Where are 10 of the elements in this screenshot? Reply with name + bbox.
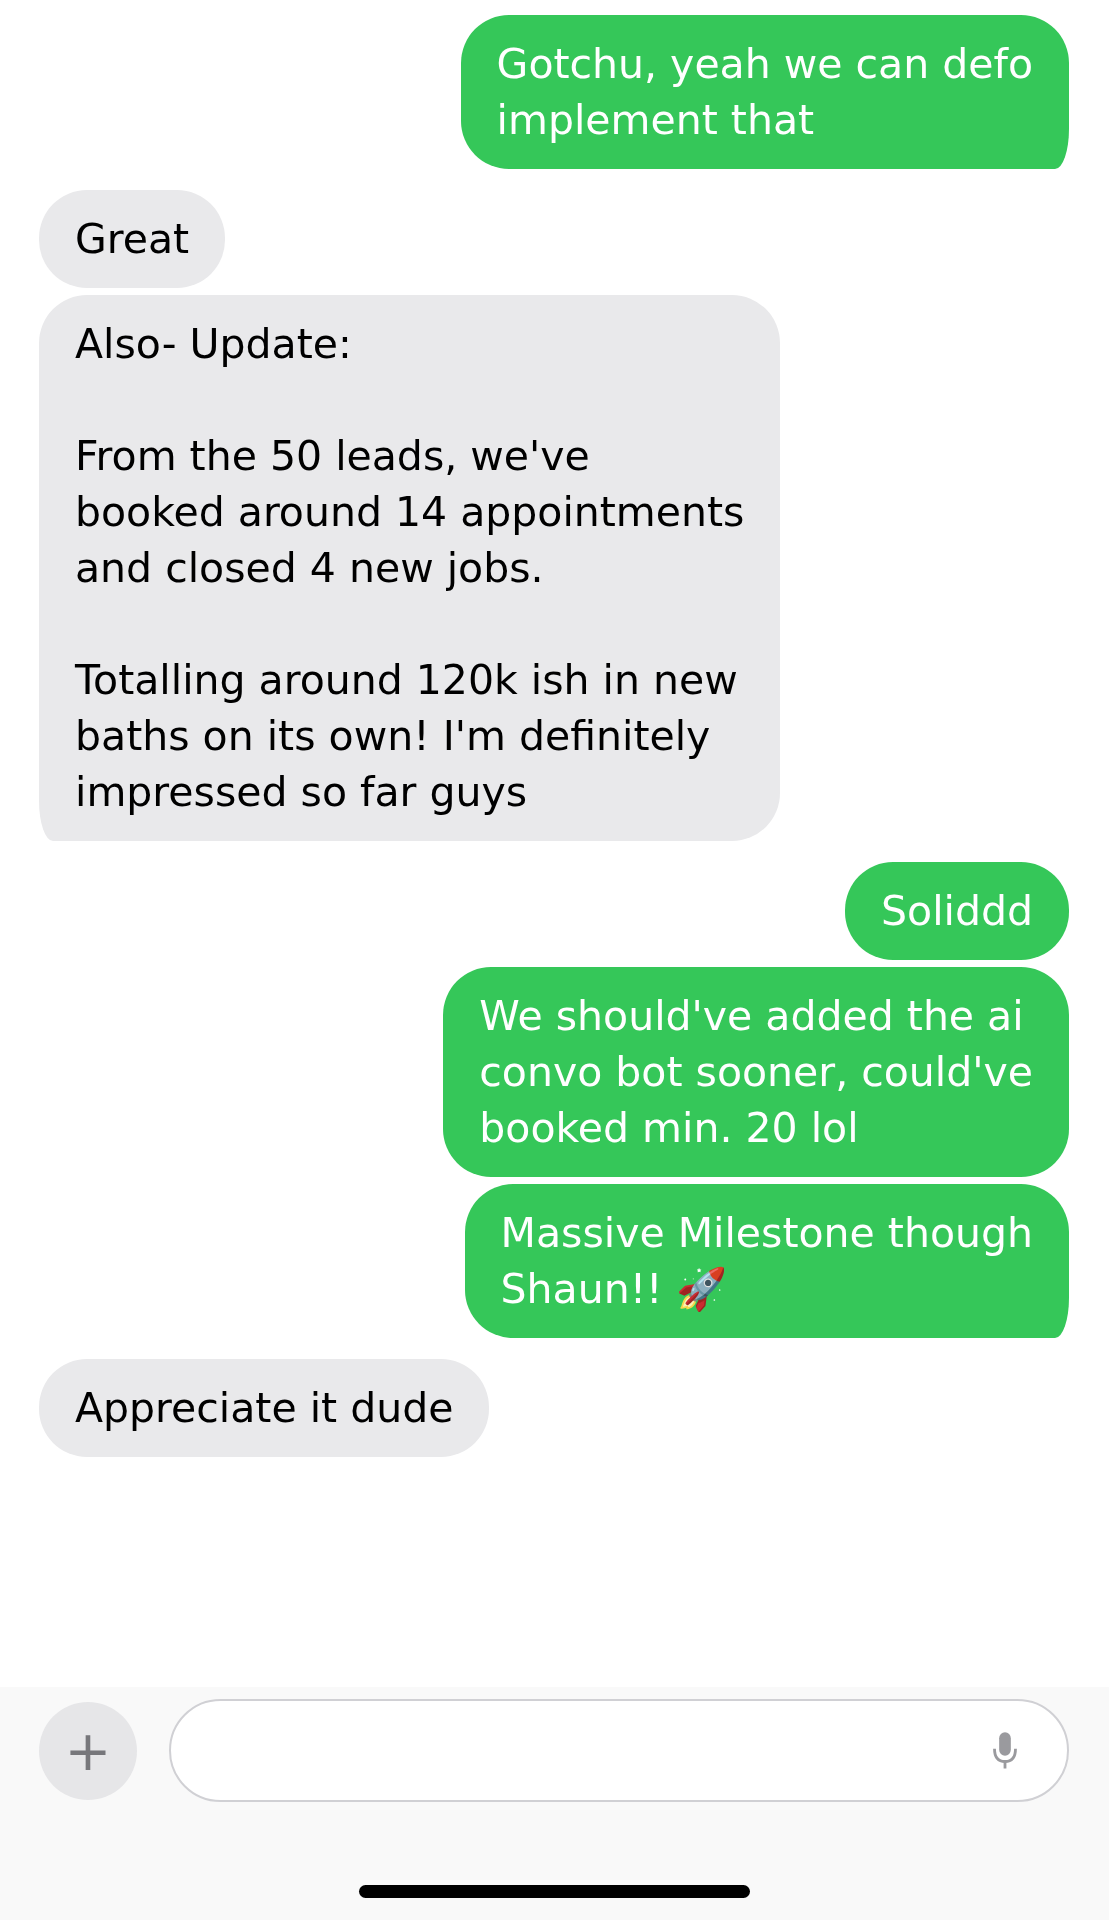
home-indicator[interactable] bbox=[359, 1885, 750, 1898]
add-button[interactable]: + bbox=[39, 1702, 137, 1800]
message-bubble: We should've added the ai convo bot sooner, could've booked min. 20 lol bbox=[443, 967, 1069, 1177]
message-bubble: Also- Update: From the 50 leads, we've booked around 14 appointments and closed 4 new jobs. Totalling around 120k ish in new baths on its own! I'm definitely impressed so far guys bbox=[39, 295, 781, 841]
message-bubble: Soliddd bbox=[845, 862, 1069, 960]
message-bubble: Appreciate it dude bbox=[39, 1359, 490, 1457]
message-bubble: Great bbox=[39, 190, 226, 288]
microphone-icon[interactable] bbox=[991, 1730, 1019, 1771]
message-bubble: Massive Milestone though Shaun!! 🚀 bbox=[464, 1184, 1069, 1338]
message-bubble: Gotchu, yeah we can defo implement that bbox=[460, 15, 1069, 169]
